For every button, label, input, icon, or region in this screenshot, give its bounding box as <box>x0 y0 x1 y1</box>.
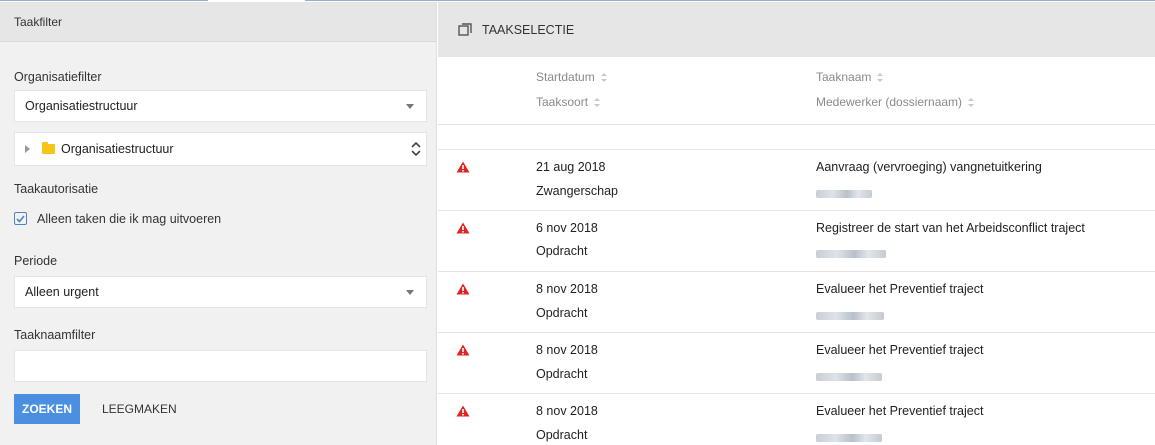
row-start-date: 8 nov 2018 <box>536 282 598 296</box>
task-filter-header: Taakfilter <box>0 2 436 42</box>
org-filter-value: Organisatiestructuur <box>25 99 138 113</box>
task-selection-title: TAAKSELECTIE <box>482 22 575 37</box>
column-header-start-date[interactable]: Startdatum <box>536 70 607 84</box>
org-filter-label: Organisatiefilter <box>14 70 102 84</box>
sort-icon[interactable] <box>600 72 607 82</box>
sort-icon[interactable] <box>968 97 975 107</box>
task-selection-panel: TAAKSELECTIE Startdatum Taaknaam Taaksoo… <box>438 2 1155 445</box>
column-header-task-name[interactable]: Taaknaam <box>816 70 884 84</box>
table-row[interactable]: 21 aug 2018 Zwangerschap Aanvraag (vervr… <box>438 150 1155 211</box>
row-task-name: Registreer de start van het Arbeidsconfl… <box>816 221 1085 235</box>
row-task-type: Opdracht <box>536 367 588 381</box>
task-selection-header: TAAKSELECTIE <box>438 2 1155 57</box>
checkmark-icon <box>16 214 25 223</box>
tree-node-label[interactable]: Organisatiestructuur <box>61 142 174 156</box>
row-start-date: 8 nov 2018 <box>536 343 598 357</box>
warning-icon <box>456 344 470 356</box>
row-task-type: Opdracht <box>536 306 588 320</box>
redacted-employee-name <box>816 250 886 258</box>
table-row[interactable]: 8 nov 2018 Opdracht Evalueer het Prevent… <box>438 272 1155 333</box>
row-task-name: Evalueer het Preventief traject <box>816 404 984 418</box>
name-filter-label: Taaknaamfilter <box>14 328 96 342</box>
scroll-down-icon[interactable] <box>411 150 421 157</box>
column-headers: Startdatum Taaknaam Taaksoort Medewerker… <box>438 57 1155 125</box>
row-start-date: 21 aug 2018 <box>536 160 606 174</box>
folder-icon <box>42 142 55 154</box>
row-task-type: Opdracht <box>536 244 588 258</box>
warning-icon <box>456 161 470 173</box>
redacted-employee-name <box>816 312 884 320</box>
search-button[interactable]: ZOEKEN <box>14 394 80 424</box>
period-value: Alleen urgent <box>25 285 99 299</box>
warning-icon <box>456 405 470 417</box>
table-row[interactable]: 8 nov 2018 Opdracht Evalueer het Prevent… <box>438 333 1155 394</box>
table-spacer-row <box>438 125 1155 150</box>
clear-button[interactable]: LEEGMAKEN <box>102 394 177 424</box>
period-label: Periode <box>14 254 58 268</box>
task-filter-panel: Taakfilter Organisatiefilter Organisatie… <box>0 2 437 445</box>
column-header-employee[interactable]: Medewerker (dossiernaam) <box>816 95 975 109</box>
expand-arrow-icon[interactable] <box>25 145 30 153</box>
row-start-date: 8 nov 2018 <box>536 404 598 418</box>
authorization-label: Taakautorisatie <box>14 182 99 196</box>
redacted-employee-name <box>816 190 872 198</box>
tree-scrollbar[interactable] <box>410 133 422 165</box>
org-filter-select[interactable]: Organisatiestructuur <box>14 90 427 122</box>
row-task-name: Aanvraag (vervroeging) vangnetuitkering <box>816 160 1042 174</box>
row-task-type: Zwangerschap <box>536 184 618 198</box>
table-row[interactable]: 8 nov 2018 Opdracht Evalueer het Prevent… <box>438 394 1155 445</box>
org-tree[interactable]: Organisatiestructuur <box>14 132 427 166</box>
chevron-down-icon <box>406 104 414 109</box>
row-task-name: Evalueer het Preventief traject <box>816 343 984 357</box>
row-task-name: Evalueer het Preventief traject <box>816 282 984 296</box>
period-select[interactable]: Alleen urgent <box>14 276 427 308</box>
chevron-down-icon <box>406 290 414 295</box>
copy-window-icon <box>458 23 472 36</box>
name-filter-input[interactable] <box>14 350 427 382</box>
redacted-employee-name <box>816 373 882 381</box>
redacted-employee-name <box>816 434 882 442</box>
column-header-task-type[interactable]: Taaksoort <box>536 95 601 109</box>
row-start-date: 6 nov 2018 <box>536 221 598 235</box>
warning-icon <box>456 283 470 295</box>
authorization-checkbox[interactable] <box>14 212 27 225</box>
authorization-checkbox-label[interactable]: Alleen taken die ik mag uitvoeren <box>37 212 221 226</box>
table-row[interactable]: 6 nov 2018 Opdracht Registreer de start … <box>438 211 1155 272</box>
warning-icon <box>456 222 470 234</box>
row-task-type: Opdracht <box>536 428 588 442</box>
sort-icon[interactable] <box>877 72 884 82</box>
scroll-up-icon[interactable] <box>411 141 421 148</box>
sort-icon[interactable] <box>594 97 601 107</box>
